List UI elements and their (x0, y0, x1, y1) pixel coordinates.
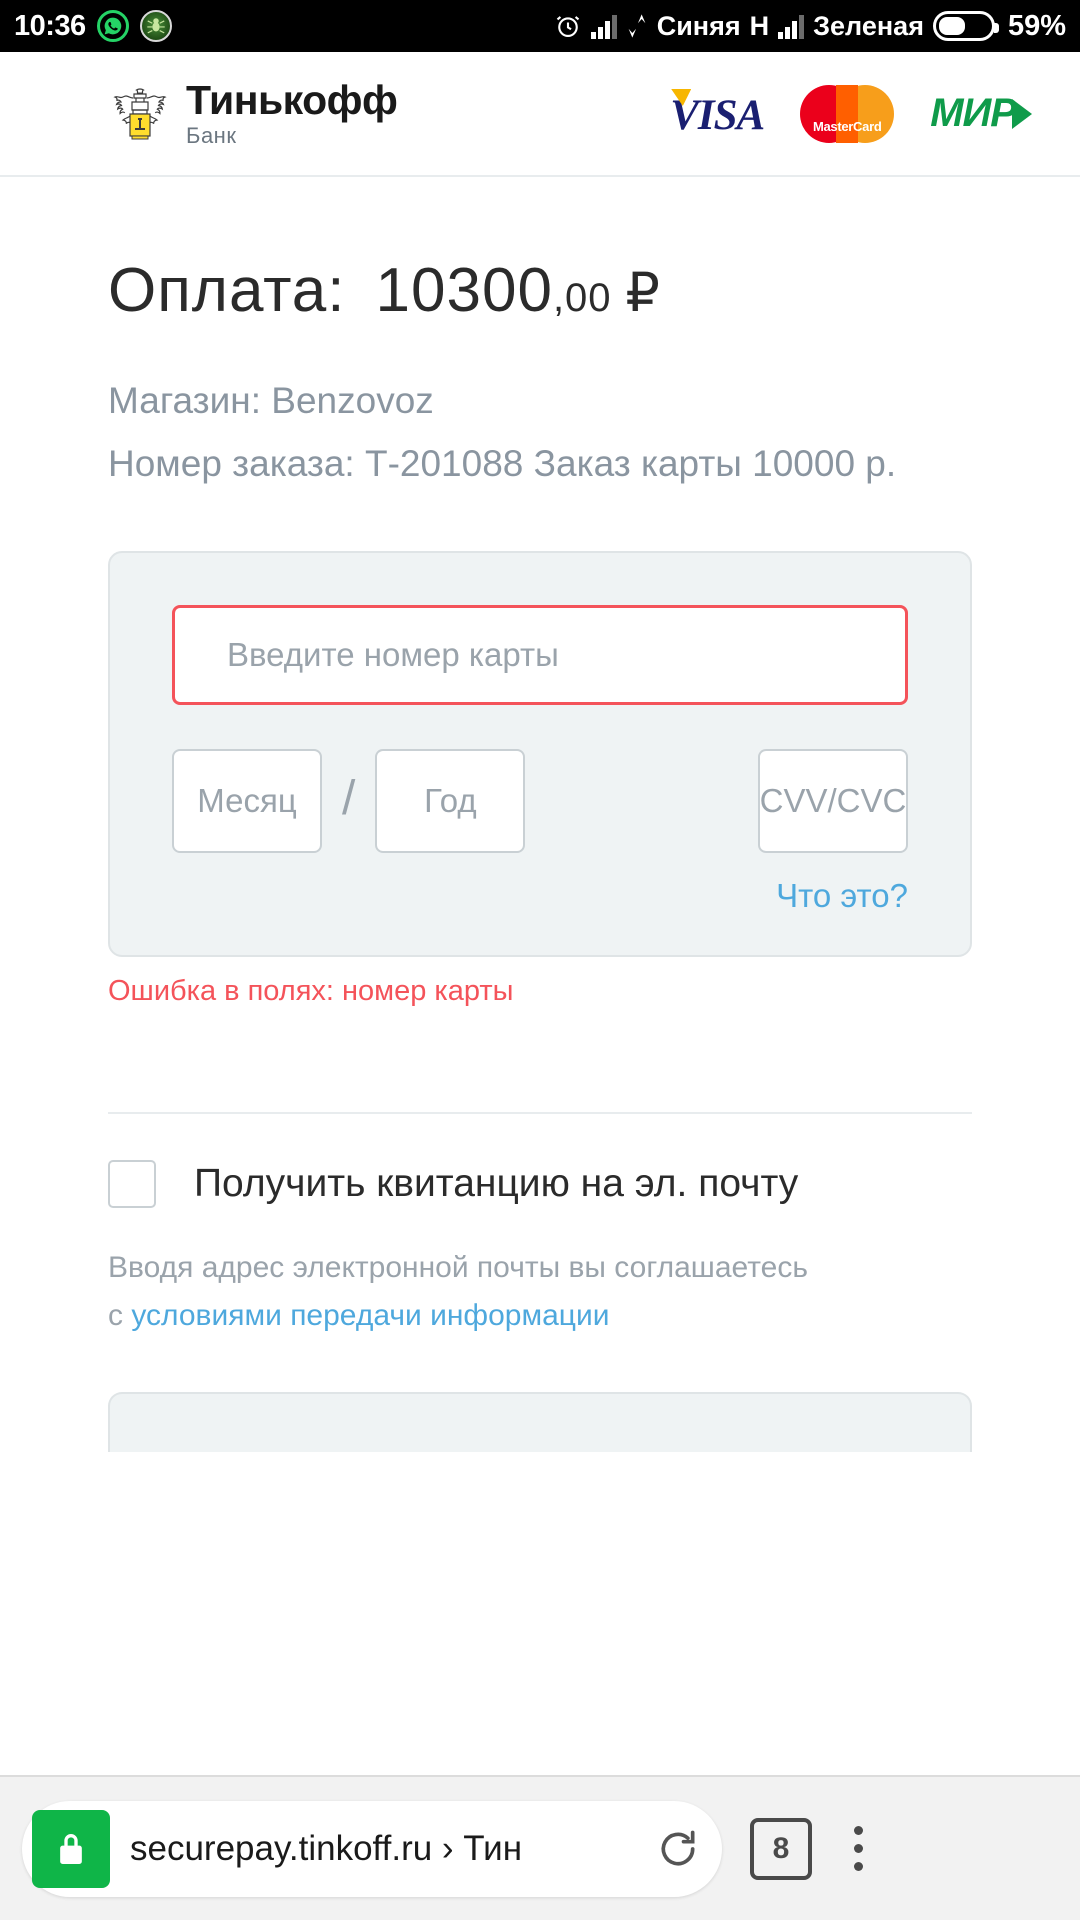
brand-name: Тинькофф (186, 77, 398, 123)
order-meta: Магазин: Benzovoz Номер заказа: Т-201088… (108, 372, 972, 493)
signal-bars-sim2-icon (778, 13, 805, 39)
omnibox[interactable]: securepay.tinkoff.ru › Тин (22, 1800, 722, 1897)
sim1-label: Синяя (656, 10, 741, 41)
tab-counter-button[interactable]: 8 (750, 1817, 812, 1880)
mir-arrow-shape (1012, 98, 1032, 129)
what-is-cvv-link[interactable]: Что это? (172, 877, 908, 915)
status-bar: 10:36 Синяя H Зеленая 59% (0, 0, 1080, 52)
mastercard-logo-icon: MasterCard (800, 84, 895, 143)
expiry-separator: / (342, 772, 356, 826)
card-number-input[interactable]: Введите номер карты (172, 604, 908, 705)
cvv-input[interactable]: CVV/CVC (758, 748, 908, 853)
consent-line-2: с условиями передачи информации (108, 1292, 972, 1340)
cvv-placeholder: CVV/CVC (759, 781, 907, 819)
payment-amount-fraction: ,00 (552, 276, 612, 320)
expiry-month-placeholder: Месяц (197, 781, 297, 819)
battery-percent: 59% (1007, 9, 1066, 42)
battery-icon (932, 11, 999, 41)
mir-logo-icon: МИР (930, 91, 1032, 136)
tinkoff-brand-logo: Тинькофф Банк (108, 77, 398, 148)
mir-wordmark: МИР (930, 91, 1017, 135)
page-header: Тинькофф Банк VISA MasterCard МИР (0, 52, 1080, 177)
tinkoff-brand-text: Тинькофф Банк (186, 77, 398, 148)
mastercard-wordmark: MasterCard (812, 118, 882, 134)
merchant-line: Магазин: Benzovoz (108, 380, 434, 421)
visa-logo-icon: VISA (670, 87, 765, 140)
status-bar-right: Синяя H Зеленая 59% (554, 10, 1066, 43)
expiry-month-input[interactable]: Месяц (172, 748, 322, 853)
currency-symbol: ₽ (625, 263, 661, 323)
card-number-placeholder: Введите номер карты (227, 635, 559, 673)
tinkoff-crest-icon (113, 87, 167, 139)
brand-subtitle: Банк (186, 123, 237, 148)
main-content: Оплата: 10300 ,00 ₽ Магазин: Benzovoz Но… (0, 255, 1080, 1452)
browser-bottom-bar: securepay.tinkoff.ru › Тин 8 (0, 1775, 1080, 1920)
payment-amount-heading: Оплата: 10300 ,00 ₽ (108, 255, 972, 326)
status-bar-left: 10:36 (14, 10, 172, 43)
status-bar-clock: 10:36 (14, 9, 86, 42)
omnibox-url-text: securepay.tinkoff.ru › Тин (130, 1828, 523, 1868)
payment-amount-label: Оплата: (108, 256, 346, 325)
email-receipt-checkbox[interactable] (108, 1159, 156, 1208)
order-number-line: Номер заказа: Т-201088 Заказ карты 10000… (108, 443, 897, 485)
expiry-year-input[interactable]: Год (375, 748, 526, 853)
payment-systems-logos: VISA MasterCard МИР (670, 84, 1032, 143)
consent-terms-link[interactable]: условиями передачи информации (131, 1299, 609, 1332)
consent-prefix-2: с (108, 1298, 132, 1332)
section-divider (108, 1111, 972, 1114)
whatsapp-icon (96, 10, 129, 42)
expiry-year-placeholder: Год (424, 781, 477, 819)
sim2-label: Зеленая (813, 10, 924, 41)
card-form-panel: Введите номер карты Месяц / Год CVV/CVC … (108, 550, 972, 957)
overflow-menu-icon[interactable] (830, 1818, 886, 1880)
data-sync-icon (626, 12, 648, 40)
signal-bars-sim1-icon (590, 13, 617, 39)
email-receipt-row[interactable]: Получить квитанцию на эл. почту (108, 1159, 972, 1208)
next-section-panel-top (108, 1391, 972, 1452)
sim1-network-type: H (749, 10, 770, 41)
lock-icon (32, 1809, 110, 1888)
consent-line-1: Вводя адрес электронной почты вы соглаша… (108, 1250, 808, 1284)
form-error-message: Ошибка в полях: номер карты (108, 974, 514, 1007)
expiry-cvv-row: Месяц / Год CVV/CVC (172, 748, 908, 853)
payment-amount-integer: 10300 (375, 256, 553, 325)
consent-text: Вводя адрес электронной почты вы соглаша… (108, 1244, 972, 1340)
drweb-icon (139, 10, 172, 42)
email-receipt-label: Получить квитанцию на эл. почту (194, 1161, 799, 1205)
reload-icon[interactable] (656, 1827, 700, 1871)
alarm-icon (554, 12, 582, 40)
